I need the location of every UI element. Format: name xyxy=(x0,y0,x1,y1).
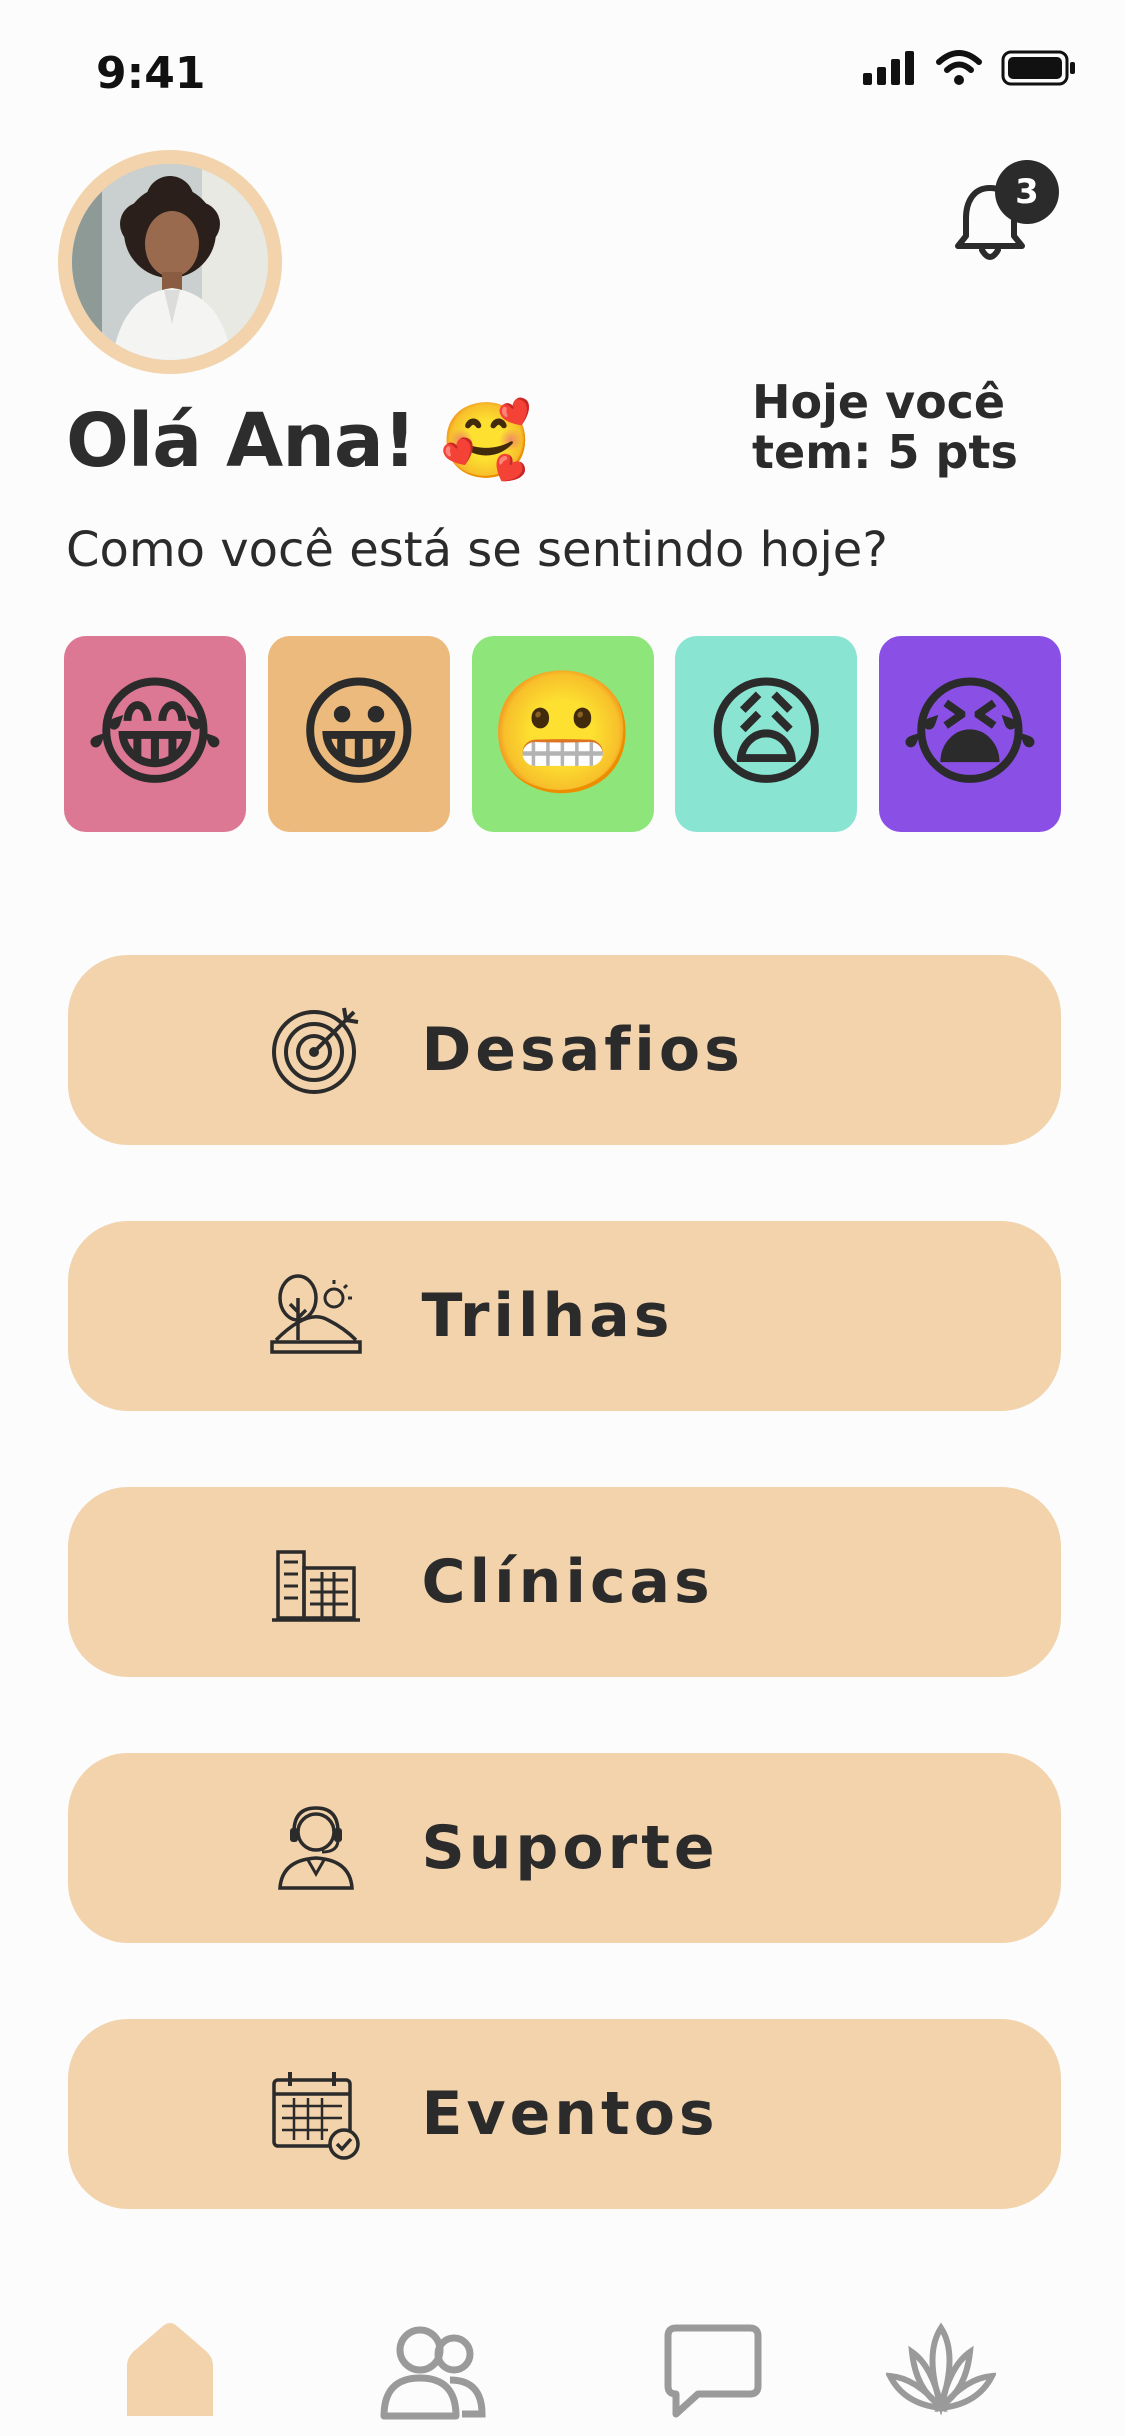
battery-icon xyxy=(1001,50,1075,86)
mood-emoji: 😂 xyxy=(84,664,226,803)
chat-icon[interactable] xyxy=(658,2320,768,2420)
mood-option[interactable]: 😩 xyxy=(675,636,858,832)
calendar-check-icon xyxy=(271,2072,360,2160)
status-time: 9:41 xyxy=(96,48,206,99)
eventos-button[interactable]: Eventos xyxy=(68,2019,1061,2209)
headset-agent-icon xyxy=(277,1806,354,1890)
clinicas-button[interactable]: Clínicas xyxy=(68,1487,1061,1677)
target-icon xyxy=(271,1007,358,1094)
mood-emoji: 😀 xyxy=(296,664,422,803)
avatar[interactable] xyxy=(58,150,282,374)
menu-label: Desafios xyxy=(421,1015,744,1085)
trilhas-button[interactable]: Trilhas xyxy=(68,1221,1061,1411)
desafios-button[interactable]: Desafios xyxy=(68,955,1061,1145)
mood-option[interactable]: 😀 xyxy=(267,636,450,832)
mood-emoji: 😭 xyxy=(899,664,1041,803)
menu-label: Eventos xyxy=(421,2079,719,2149)
wifi-icon xyxy=(936,50,982,85)
main-menu: Desafios Trilhas Clínicas Suporte Evento… xyxy=(68,955,1061,2285)
landscape-icon xyxy=(269,1274,362,1354)
mood-question: Como você está se sentindo hoje? xyxy=(66,522,888,578)
mood-option[interactable]: 😂 xyxy=(64,636,246,832)
building-icon xyxy=(271,1550,360,1622)
bottom-nav xyxy=(0,2320,1125,2436)
mood-emoji: 😩 xyxy=(703,664,829,803)
mood-option[interactable]: 😬 xyxy=(471,636,654,832)
points-summary: Hoje você tem: 5 pts xyxy=(752,375,1018,479)
mood-emoji: 😬 xyxy=(487,664,638,803)
signal-icon xyxy=(863,51,914,85)
status-icons xyxy=(863,50,1077,86)
notification-badge: 3 xyxy=(995,160,1059,224)
greeting-title: Olá Ana! 🥰 xyxy=(66,398,533,484)
menu-label: Suporte xyxy=(421,1813,719,1883)
home-icon[interactable] xyxy=(115,2320,225,2420)
lotus-icon[interactable] xyxy=(886,2320,996,2420)
suporte-button[interactable]: Suporte xyxy=(68,1753,1061,1943)
menu-label: Trilhas xyxy=(421,1281,674,1351)
mood-option[interactable]: 😭 xyxy=(879,636,1061,832)
mood-selector: 😂 😀 😬 😩 😭 xyxy=(64,636,1061,832)
avatar-photo xyxy=(72,164,268,360)
menu-label: Clínicas xyxy=(421,1547,714,1617)
users-icon[interactable] xyxy=(378,2320,488,2420)
